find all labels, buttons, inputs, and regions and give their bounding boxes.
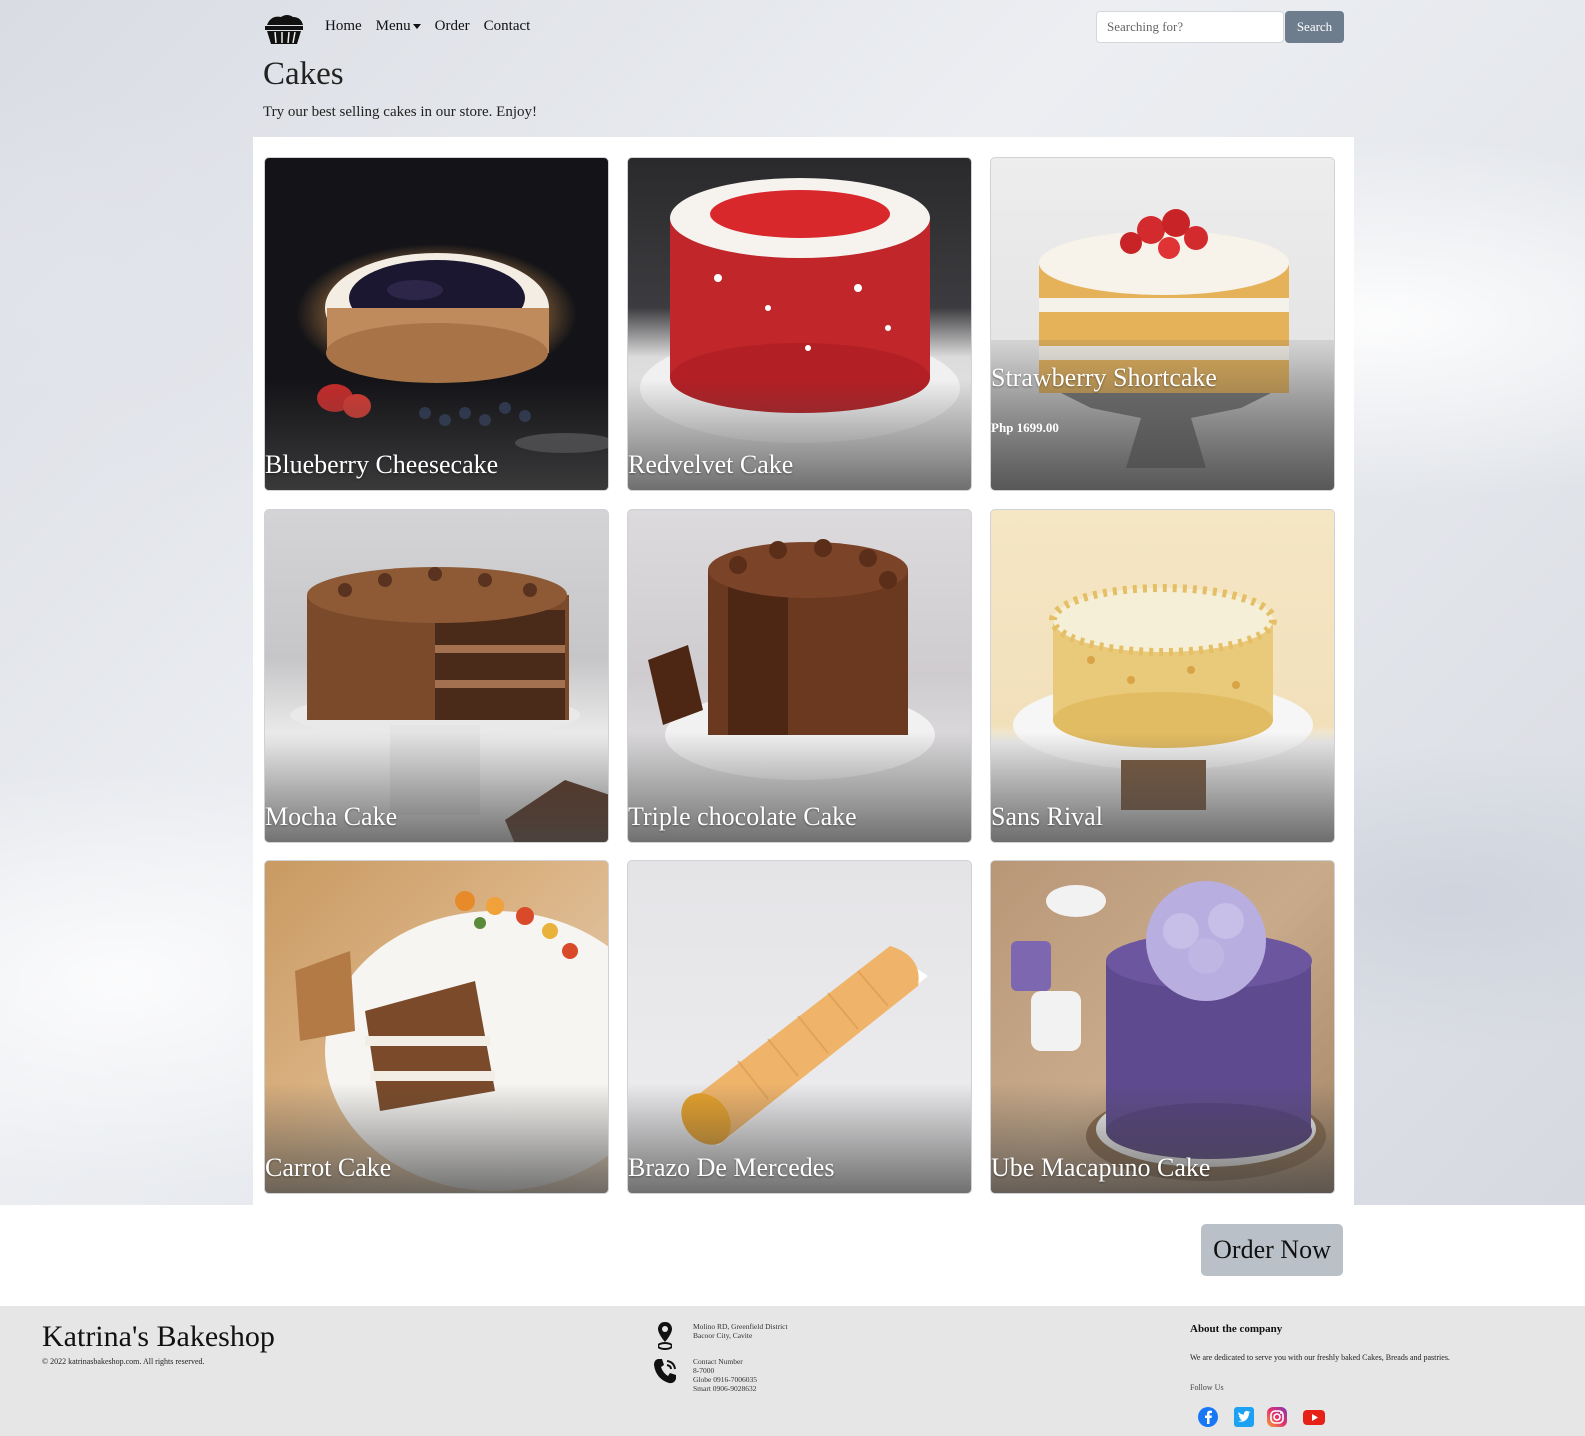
contact-number-2: Globe 0916-7006035 <box>693 1375 757 1384</box>
product-name: Mocha Cake <box>265 802 398 831</box>
address-line-1: Molino RD, Greenfield District <box>693 1322 788 1331</box>
order-now-button[interactable]: Order Now <box>1201 1224 1343 1276</box>
nav-home-link[interactable]: Home <box>325 18 362 35</box>
product-grid: Blueberry Cheesecake Redvelvet Cake Stra… <box>253 137 1354 1205</box>
product-card[interactable]: Triple chocolate Cake <box>627 509 972 843</box>
product-price: Php 1699.00 <box>991 420 1059 435</box>
follow-label: Follow Us <box>1190 1383 1224 1392</box>
contact-label: Contact Number <box>693 1357 743 1366</box>
product-name: Brazo De Mercedes <box>628 1153 835 1182</box>
contact-number-3: Smart 0906-9028632 <box>693 1384 757 1393</box>
product-name: Ube Macapuno Cake <box>991 1153 1211 1182</box>
product-card[interactable]: Carrot Cake <box>264 860 609 1194</box>
twitter-icon[interactable] <box>1233 1406 1255 1428</box>
about-title: About the company <box>1190 1323 1283 1335</box>
product-card[interactable]: Brazo De Mercedes <box>627 860 972 1194</box>
search-button[interactable]: Search <box>1285 11 1344 43</box>
product-card[interactable]: Ube Macapuno Cake <box>990 860 1335 1194</box>
nav-contact-link[interactable]: Contact <box>484 18 531 35</box>
nav-menu-label: Menu <box>375 18 411 34</box>
youtube-icon[interactable] <box>1302 1406 1326 1428</box>
footer-brand: Katrina's Bakeshop <box>42 1320 275 1353</box>
product-name: Strawberry Shortcake <box>991 363 1217 392</box>
address-line-2: Bacoor City, Cavite <box>693 1331 753 1340</box>
product-card[interactable]: Mocha Cake <box>264 509 609 843</box>
page-subtitle: Try our best selling cakes in our store.… <box>263 104 537 120</box>
footer: Katrina's Bakeshop © 2022 katrinasbakesh… <box>0 1306 1585 1436</box>
instagram-icon[interactable] <box>1266 1406 1288 1428</box>
product-name: Sans Rival <box>991 802 1103 831</box>
about-text: We are dedicated to serve you with our f… <box>1190 1353 1450 1362</box>
nav-links: Home Menu Order Contact <box>325 18 530 35</box>
chevron-down-icon <box>412 24 421 30</box>
search-input[interactable] <box>1096 11 1284 43</box>
facebook-icon[interactable] <box>1197 1406 1219 1428</box>
product-name: Blueberry Cheesecake <box>265 450 499 479</box>
navbar: Home Menu Order Contact Search <box>263 10 1344 45</box>
page-title: Cakes <box>263 56 344 92</box>
nav-order-link[interactable]: Order <box>435 18 470 35</box>
product-name: Carrot Cake <box>265 1153 392 1182</box>
product-name: Triple chocolate Cake <box>628 802 857 831</box>
product-card[interactable]: Strawberry Shortcake Php 1699.00 <box>990 157 1335 491</box>
product-card[interactable]: Sans Rival <box>990 509 1335 843</box>
nav-menu-dropdown[interactable]: Menu <box>376 18 421 35</box>
product-card[interactable]: Blueberry Cheesecake <box>264 157 609 491</box>
phone-icon <box>654 1359 676 1384</box>
contact-number-1: 8-7000 <box>693 1366 715 1375</box>
cake-icon[interactable] <box>263 13 305 45</box>
location-pin-icon <box>658 1322 672 1350</box>
footer-copyright: © 2022 katrinasbakeshop.com. All rights … <box>42 1357 205 1366</box>
product-card[interactable]: Redvelvet Cake <box>627 157 972 491</box>
product-name: Redvelvet Cake <box>628 450 794 479</box>
